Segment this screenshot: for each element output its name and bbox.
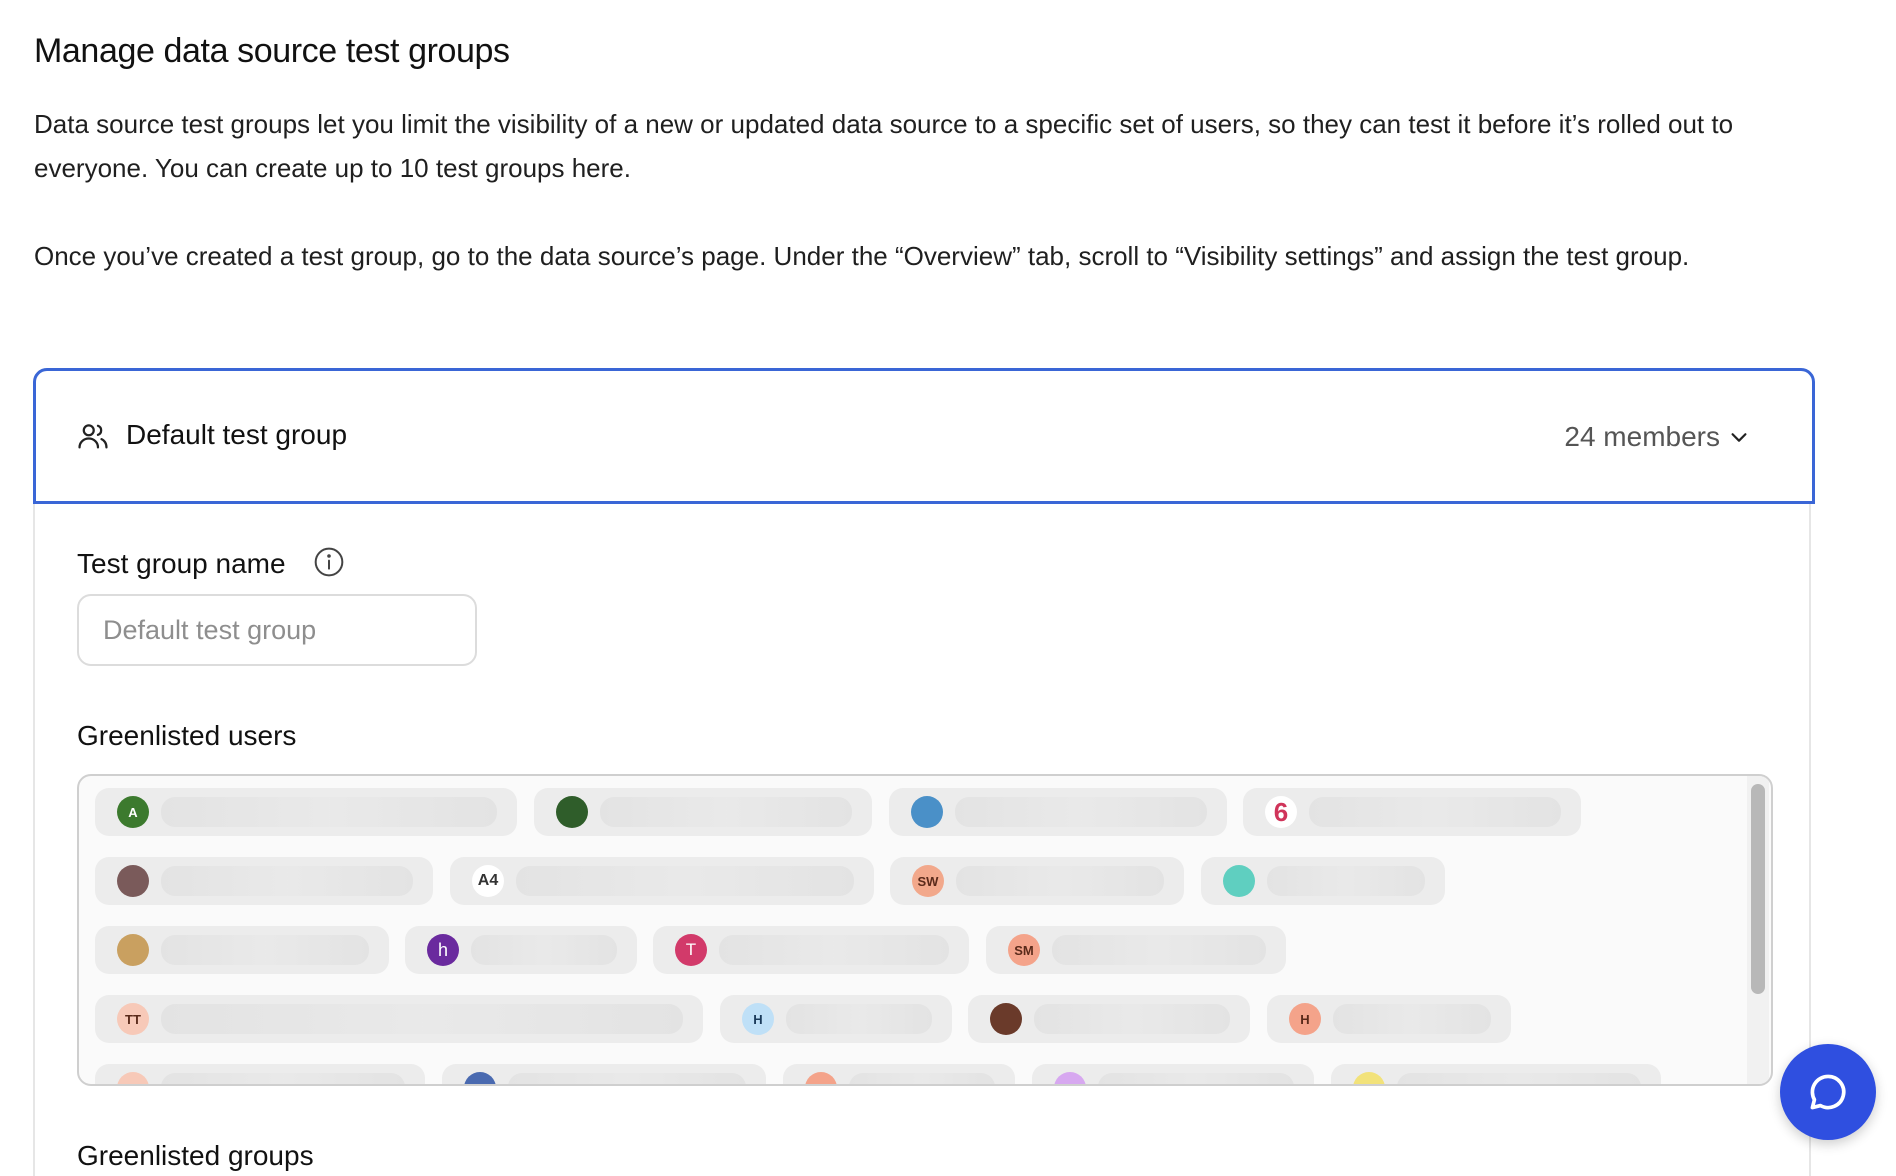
user-name-redacted (516, 866, 854, 896)
chevron-down-icon (1731, 433, 1747, 442)
description-paragraph-2: Once you’ve created a test group, go to … (34, 241, 1690, 271)
user-avatar: A4 (472, 865, 504, 897)
user-avatar: h (427, 934, 459, 966)
user-name-redacted (600, 797, 852, 827)
user-avatar: AH (117, 1072, 149, 1084)
user-chip[interactable]: A (783, 1064, 1015, 1084)
user-name-redacted (1397, 1073, 1641, 1084)
user-name-redacted (161, 935, 369, 965)
user-chip[interactable]: TP (1032, 1064, 1314, 1084)
user-avatar: H (1289, 1003, 1321, 1035)
user-chip[interactable] (1201, 857, 1445, 905)
user-name-redacted (1333, 1004, 1491, 1034)
user-avatar (464, 1072, 496, 1084)
user-avatar (911, 796, 943, 828)
user-avatar: SM (1008, 934, 1040, 966)
scrollbar-thumb[interactable] (1751, 784, 1765, 994)
user-name-redacted (1034, 1004, 1230, 1034)
user-chip[interactable] (968, 995, 1250, 1043)
user-name-redacted (508, 1073, 746, 1084)
user-name-redacted (161, 797, 497, 827)
user-name-redacted (956, 866, 1164, 896)
test-group-title: Default test group (126, 419, 348, 450)
user-avatar: 6 (1265, 796, 1297, 828)
test-group-name-input[interactable] (77, 594, 477, 666)
user-avatar: H (742, 1003, 774, 1035)
user-name-redacted (1052, 935, 1266, 965)
user-name-redacted (161, 866, 413, 896)
page-title: Manage data source test groups (34, 32, 510, 70)
members-count: 24 members (1564, 421, 1720, 452)
user-chip[interactable] (534, 788, 872, 836)
user-avatar (990, 1003, 1022, 1035)
greenlisted-users-list[interactable]: A 6 A4 SW h T SM TT H H (77, 774, 1773, 1086)
user-chip[interactable]: A4 (450, 857, 874, 905)
user-chip[interactable] (889, 788, 1227, 836)
user-avatar: TP (1054, 1072, 1086, 1084)
test-group-name-label: Test group name (77, 548, 286, 579)
user-name-redacted (786, 1004, 932, 1034)
user-chip[interactable]: H (720, 995, 952, 1043)
user-chip[interactable]: 6 (1243, 788, 1581, 836)
user-chip[interactable]: T (653, 926, 969, 974)
user-chip[interactable] (1331, 1064, 1661, 1084)
greenlisted-groups-label: Greenlisted groups (77, 1140, 314, 1171)
chat-bubble-icon (1810, 1074, 1846, 1110)
user-chip[interactable]: AH (95, 1064, 425, 1084)
greenlisted-users-label: Greenlisted users (77, 720, 297, 751)
user-chip[interactable]: H (1267, 995, 1511, 1043)
user-name-redacted (1309, 797, 1561, 827)
members-dropdown[interactable]: 24 members (1564, 421, 1750, 453)
user-avatar (556, 796, 588, 828)
test-group-header[interactable]: Default test group 24 members (33, 368, 1815, 504)
info-icon[interactable] (313, 546, 345, 578)
users-icon (78, 424, 108, 449)
user-avatar (1353, 1072, 1385, 1084)
user-name-redacted (161, 1073, 405, 1084)
user-chip[interactable] (95, 926, 389, 974)
user-name-redacted (955, 797, 1207, 827)
user-avatar (117, 865, 149, 897)
user-avatar: A (805, 1072, 837, 1084)
user-avatar: TT (117, 1003, 149, 1035)
user-name-redacted (161, 1004, 683, 1034)
user-name-redacted (849, 1073, 995, 1084)
user-chip[interactable] (442, 1064, 766, 1084)
user-avatar: A (117, 796, 149, 828)
user-name-redacted (1098, 1073, 1294, 1084)
description-paragraph-1: Data source test groups let you limit th… (34, 109, 1734, 183)
user-chip[interactable] (95, 857, 433, 905)
user-name-redacted (1267, 866, 1425, 896)
chat-support-button[interactable] (1780, 1044, 1876, 1140)
user-name-redacted (471, 935, 617, 965)
user-chip[interactable]: A (95, 788, 517, 836)
test-group-card: Default test group 24 members Test group… (33, 368, 1815, 1176)
user-chip[interactable]: SW (890, 857, 1184, 905)
user-avatar (117, 934, 149, 966)
user-avatar: T (675, 934, 707, 966)
user-avatar (1223, 865, 1255, 897)
user-chip[interactable]: TT (95, 995, 703, 1043)
user-name-redacted (719, 935, 949, 965)
user-avatar: SW (912, 865, 944, 897)
user-chip[interactable]: h (405, 926, 637, 974)
user-chip[interactable]: SM (986, 926, 1286, 974)
